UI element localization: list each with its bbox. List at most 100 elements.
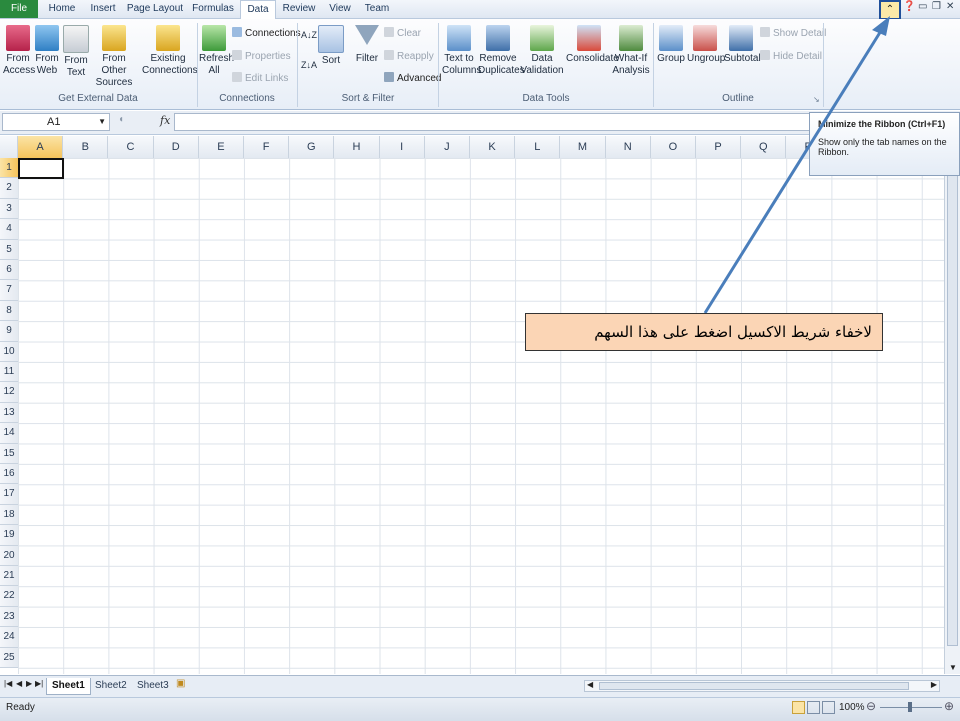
- hide-detail-button[interactable]: Hide Detail: [760, 50, 822, 63]
- column-header-g[interactable]: G: [289, 136, 335, 158]
- row-header-23[interactable]: 23: [0, 606, 18, 628]
- reapply-button[interactable]: Reapply: [384, 50, 434, 63]
- minimize-ribbon-button[interactable]: ⌃: [879, 0, 901, 20]
- horizontal-scrollbar[interactable]: ◀ ▶: [584, 680, 940, 692]
- column-header-i[interactable]: I: [380, 136, 425, 158]
- column-header-o[interactable]: O: [651, 136, 696, 158]
- row-header-4[interactable]: 4: [0, 219, 18, 240]
- row-header-9[interactable]: 9: [0, 321, 18, 342]
- existing-connections-button[interactable]: Existing Connections: [142, 25, 198, 77]
- what-if-analysis-button[interactable]: What-If Analysis: [612, 25, 650, 77]
- sheet-tab-sheet2[interactable]: Sheet2: [90, 678, 132, 694]
- tab-file[interactable]: File: [0, 0, 38, 18]
- tab-view[interactable]: View: [322, 0, 358, 18]
- page-layout-view-icon[interactable]: [807, 701, 820, 714]
- page-break-view-icon[interactable]: [822, 701, 835, 714]
- column-header-q[interactable]: Q: [741, 136, 787, 158]
- column-header-n[interactable]: N: [606, 136, 651, 158]
- row-header-6[interactable]: 6: [0, 260, 18, 281]
- column-header-m[interactable]: M: [560, 136, 606, 158]
- refresh-all-button[interactable]: Refresh All: [199, 25, 234, 77]
- next-sheet-icon[interactable]: ▶: [26, 679, 32, 688]
- column-header-k[interactable]: K: [470, 136, 516, 158]
- subtotal-button[interactable]: Subtotal: [724, 25, 761, 65]
- sheet-tab-sheet1[interactable]: Sheet1: [46, 678, 91, 695]
- row-header-14[interactable]: 14: [0, 423, 18, 444]
- sort-a-z-button[interactable]: A↓Z: [301, 29, 317, 41]
- advanced-filter-button[interactable]: Advanced: [384, 72, 441, 85]
- from-access-button[interactable]: From Access: [3, 25, 35, 77]
- row-header-21[interactable]: 21: [0, 566, 18, 587]
- vertical-scrollbar[interactable]: ▲ ▼: [944, 136, 960, 674]
- clear-filter-button[interactable]: Clear: [384, 27, 421, 40]
- tab-data[interactable]: Data: [240, 0, 276, 19]
- tab-insert[interactable]: Insert: [84, 0, 122, 18]
- select-all-corner[interactable]: [0, 136, 18, 158]
- last-sheet-icon[interactable]: ▶|: [35, 679, 43, 688]
- minimize-window-icon[interactable]: ▭: [918, 1, 927, 12]
- column-header-f[interactable]: F: [244, 136, 290, 158]
- cell-area[interactable]: [18, 158, 944, 674]
- row-header-18[interactable]: 18: [0, 504, 18, 526]
- edit-links-button[interactable]: Edit Links: [232, 72, 288, 85]
- row-header-20[interactable]: 20: [0, 545, 18, 566]
- first-sheet-icon[interactable]: |◀: [4, 679, 12, 688]
- row-header-8[interactable]: 8: [0, 300, 18, 322]
- zoom-in-icon[interactable]: ⊕: [944, 699, 954, 713]
- zoom-level[interactable]: 100%: [839, 702, 865, 713]
- name-box[interactable]: A1 ▼: [2, 113, 110, 131]
- help-icon[interactable]: ❓: [903, 1, 915, 12]
- row-header-11[interactable]: 11: [0, 362, 18, 383]
- tab-page-layout[interactable]: Page Layout: [124, 0, 186, 18]
- data-validation-button[interactable]: Data Validation: [520, 25, 564, 77]
- column-header-l[interactable]: L: [515, 136, 561, 158]
- row-header-17[interactable]: 17: [0, 484, 18, 505]
- row-header-2[interactable]: 2: [0, 178, 18, 199]
- horizontal-scroll-thumb[interactable]: [599, 682, 909, 690]
- row-header-7[interactable]: 7: [0, 280, 18, 301]
- tab-home[interactable]: Home: [42, 0, 82, 18]
- text-to-columns-button[interactable]: Text to Columns: [442, 25, 481, 77]
- row-header-15[interactable]: 15: [0, 443, 18, 464]
- show-detail-button[interactable]: Show Detail: [760, 27, 826, 40]
- scroll-left-icon[interactable]: ◀: [587, 680, 593, 689]
- insert-function-icon[interactable]: fx: [160, 114, 170, 127]
- tab-formulas[interactable]: Formulas: [188, 0, 238, 18]
- row-header-1[interactable]: 1: [0, 158, 18, 179]
- row-header-16[interactable]: 16: [0, 464, 18, 485]
- from-text-button[interactable]: From Text: [63, 25, 89, 79]
- outline-dialog-launcher-icon[interactable]: ↘: [813, 94, 820, 106]
- column-header-h[interactable]: H: [334, 136, 380, 158]
- column-header-d[interactable]: D: [154, 136, 199, 158]
- column-header-p[interactable]: P: [696, 136, 742, 158]
- ungroup-button[interactable]: Ungroup: [687, 25, 725, 65]
- row-header-5[interactable]: 5: [0, 239, 18, 260]
- group-button[interactable]: Group: [657, 25, 685, 65]
- close-window-icon[interactable]: ✕: [946, 1, 954, 12]
- formula-bar-grip-icon[interactable]: ◖: [118, 114, 124, 125]
- column-header-j[interactable]: J: [425, 136, 470, 158]
- row-header-24[interactable]: 24: [0, 627, 18, 648]
- consolidate-button[interactable]: Consolidate: [566, 25, 619, 65]
- row-header-13[interactable]: 13: [0, 402, 18, 424]
- from-web-button[interactable]: From Web: [34, 25, 60, 77]
- row-header-19[interactable]: 19: [0, 525, 18, 546]
- sort-z-a-button[interactable]: Z↓A: [301, 59, 317, 71]
- row-header-22[interactable]: 22: [0, 586, 18, 607]
- prev-sheet-icon[interactable]: ◀: [16, 679, 22, 688]
- row-header-12[interactable]: 12: [0, 382, 18, 403]
- column-header-c[interactable]: C: [108, 136, 154, 158]
- row-header-3[interactable]: 3: [0, 198, 18, 220]
- zoom-slider[interactable]: [880, 702, 942, 712]
- remove-duplicates-button[interactable]: Remove Duplicates: [478, 25, 525, 77]
- zoom-out-icon[interactable]: ⊖: [866, 699, 876, 713]
- restore-window-icon[interactable]: ❐: [932, 1, 941, 12]
- column-header-b[interactable]: B: [63, 136, 109, 158]
- row-header-25[interactable]: 25: [0, 647, 18, 668]
- scroll-right-icon[interactable]: ▶: [931, 680, 937, 689]
- from-other-sources-button[interactable]: From Other Sources: [91, 25, 137, 89]
- properties-button[interactable]: Properties: [232, 50, 291, 63]
- vertical-scroll-thumb[interactable]: [947, 150, 958, 646]
- worksheet-grid[interactable]: ABCDEFGHIJKLMNOPQRSTU 123456789101112131…: [0, 136, 944, 674]
- insert-sheet-icon[interactable]: ▣: [176, 678, 185, 689]
